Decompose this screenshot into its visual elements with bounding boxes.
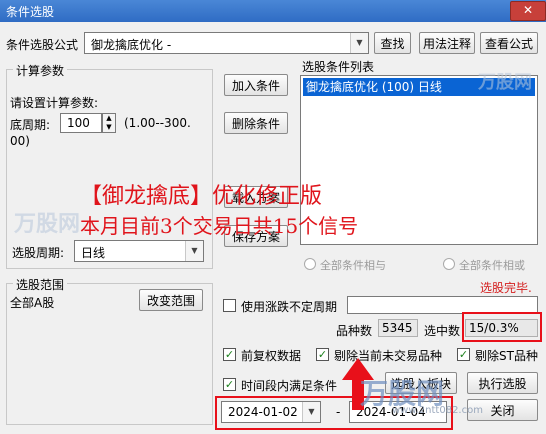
overlay-title: 【御龙擒底】优化修正版 (80, 184, 323, 209)
selected-count-highlight (462, 312, 542, 342)
period-select-label: 选股周期: (12, 246, 65, 260)
chevron-down-icon[interactable]: ▼ (185, 241, 203, 261)
watermark-url: www.2ntt082.com (392, 405, 483, 416)
watermark-top: 万股网 (478, 72, 532, 93)
period-spinner[interactable]: ▲ ▼ (102, 113, 116, 133)
uncertain-period-label: 使用涨跌不定周期 (241, 300, 338, 314)
fq-label: 前复权数据 (241, 349, 302, 363)
and-radio-label: 全部条件相与 (320, 259, 386, 272)
time-range-checkbox[interactable]: ✓ (223, 378, 236, 391)
formula-label: 条件选股公式 (6, 38, 79, 52)
usage-notes-button[interactable]: 用法注释 (419, 32, 475, 54)
or-radio-label: 全部条件相或 (459, 259, 525, 272)
exclude-untraded-checkbox[interactable]: ✓ (316, 348, 329, 361)
add-condition-button[interactable]: 加入条件 (224, 74, 288, 96)
selected-label: 选中数 (424, 324, 461, 338)
scope-value: 全部A股 (10, 296, 55, 310)
delete-condition-button[interactable]: 删除条件 (224, 112, 288, 134)
find-button[interactable]: 查找 (374, 32, 411, 54)
count-label: 品种数 (336, 324, 373, 338)
chevron-down-icon[interactable]: ▼ (350, 33, 368, 53)
title-bar: 条件选股 ✕ (0, 0, 546, 22)
params-prompt: 请设置计算参数: (10, 96, 99, 110)
formula-value: 御龙擒底优化 - (91, 38, 172, 52)
view-formula-button[interactable]: 查看公式 (480, 32, 538, 54)
condition-list-label: 选股条件列表 (302, 60, 375, 74)
range-text: (1.00--300. (124, 116, 191, 130)
period-value: 100 (67, 116, 90, 130)
count-value: 5345 (378, 319, 418, 337)
params-group-label: 计算参数 (13, 62, 68, 79)
change-scope-button[interactable]: 改变范围 (139, 289, 203, 311)
exclude-st-checkbox[interactable]: ✓ (457, 348, 470, 361)
period-input[interactable]: 100 (60, 113, 102, 133)
exclude-st-label: 剔除ST品种 (475, 349, 538, 363)
window-title: 条件选股 (6, 5, 55, 19)
or-radio[interactable] (443, 258, 455, 270)
uncertain-period-checkbox[interactable] (223, 299, 236, 312)
scope-group-label: 选股范围 (13, 276, 68, 293)
overlay-subtitle: 本月目前3个交易日共15个信号 (80, 214, 359, 238)
status-text: 选股完毕. (480, 281, 532, 295)
and-radio[interactable] (304, 258, 316, 270)
fq-checkbox[interactable]: ✓ (223, 348, 236, 361)
period-select-value: 日线 (81, 246, 106, 260)
formula-combo[interactable]: 御龙擒底优化 - ▼ (84, 32, 369, 54)
period-select[interactable]: 日线 ▼ (74, 240, 204, 262)
range-text-cont: 00) (10, 134, 30, 148)
watermark-left: 万股网 (14, 212, 81, 237)
run-screen-button[interactable]: 执行选股 (467, 372, 538, 394)
time-range-label: 时间段内满足条件 (241, 379, 338, 393)
period-label: 底周期: (10, 118, 51, 132)
close-window-button[interactable]: ✕ (510, 1, 546, 21)
